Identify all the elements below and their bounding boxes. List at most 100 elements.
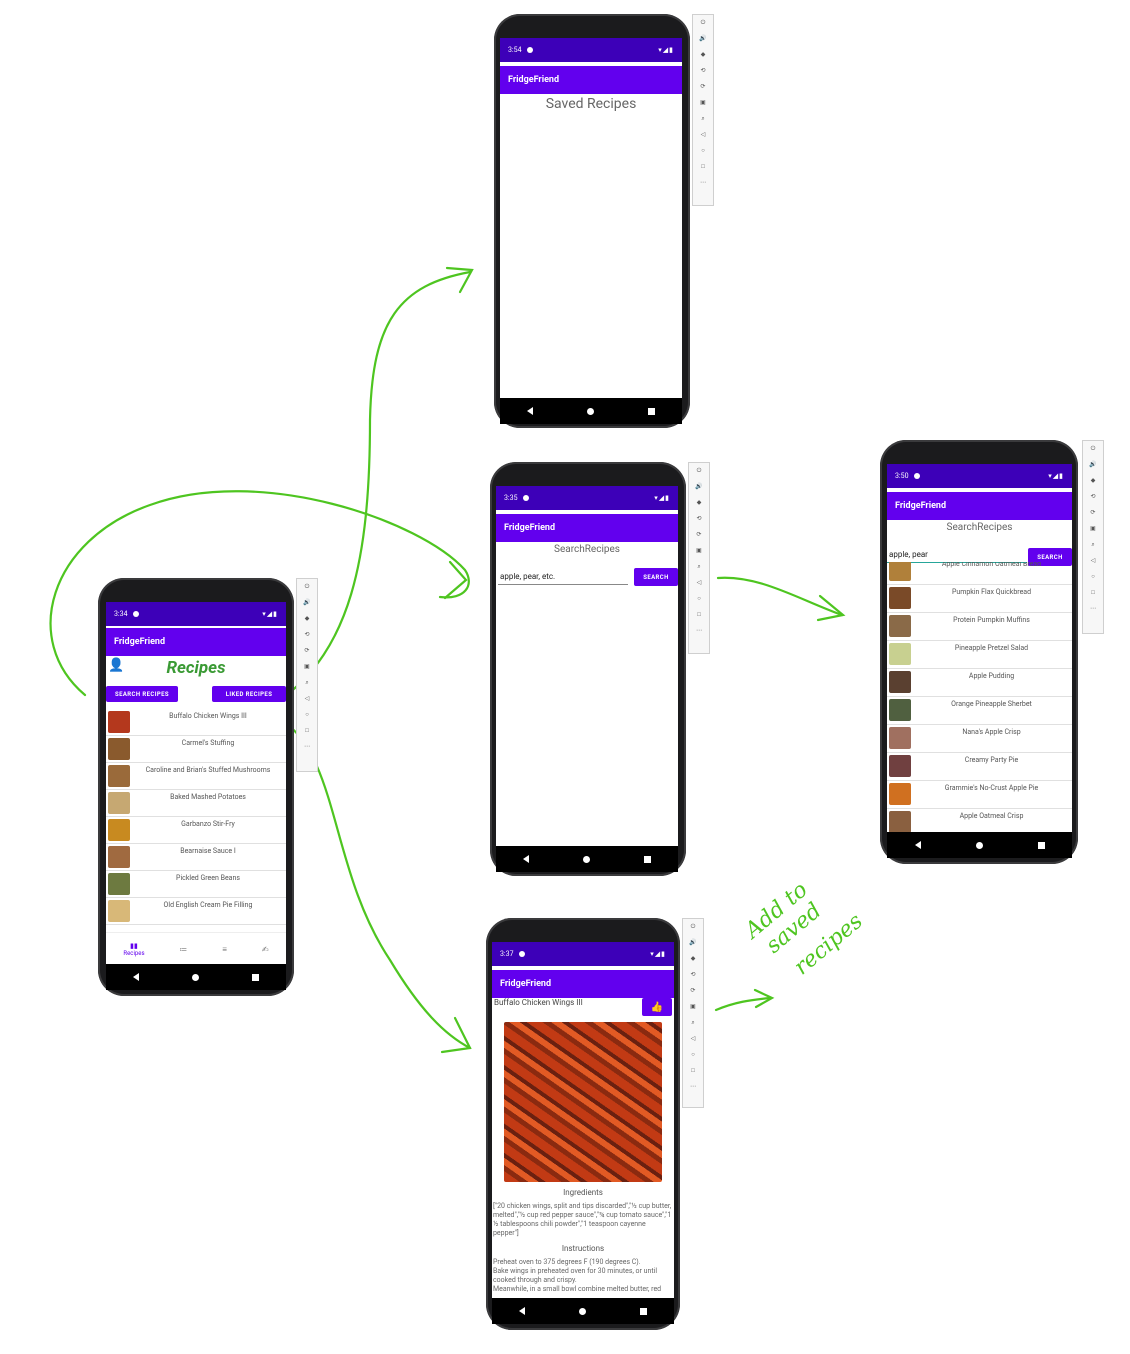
- recipe-label: Apple Cinnamon Oatmeal Bread: [941, 562, 1042, 568]
- recipe-label: Buffalo Chicken Wings III: [169, 712, 247, 720]
- home-icon[interactable]: [579, 1307, 586, 1315]
- back-icon[interactable]: [132, 973, 139, 981]
- recipe-label: Pineapple Pretzel Salad: [954, 644, 1029, 652]
- recipe-row[interactable]: Baked Mashed Potatoes: [106, 789, 286, 817]
- recipe-label: Protein Pumpkin Muffins: [953, 616, 1030, 624]
- emulator-toolbar-search: ⏻ 🔊 ◆ ⟲ ⟳ ▣ ⌕ ◁ ○ □ ⋯: [688, 462, 710, 654]
- recipe-row[interactable]: Pumpkin Flax Quickbread: [887, 584, 1072, 613]
- home-icon[interactable]: [975, 841, 983, 849]
- recents-icon[interactable]: [640, 1307, 647, 1315]
- recipe-thumbnail: [108, 738, 130, 760]
- instructions-text: Preheat oven to 375 degrees F (190 degre…: [493, 1258, 662, 1293]
- recipe-thumbnail: [889, 615, 911, 637]
- ingredients-heading: Ingredients: [563, 1188, 603, 1197]
- android-nav-bar: [496, 846, 678, 872]
- bottom-nav: ▮▮ Recipes ≔ ≡ ✍: [106, 932, 286, 964]
- status-dot-icon: [518, 951, 525, 957]
- recipe-label: Creamy Party Pie: [964, 756, 1019, 764]
- recipe-thumbnail: [889, 643, 911, 665]
- recipe-row[interactable]: Grammie's No-Crust Apple Pie: [887, 780, 1072, 809]
- recipe-row[interactable]: Orange Pineapple Sherbet: [887, 696, 1072, 725]
- nav-menu-tab[interactable]: ≡: [222, 945, 227, 954]
- recipe-label: Carmel's Stuffing: [181, 739, 235, 747]
- instructions-heading: Instructions: [561, 1244, 605, 1253]
- recipe-thumbnail: [108, 873, 130, 895]
- status-time: 3:54: [508, 46, 522, 54]
- recipe-label: Apple Pudding: [968, 672, 1015, 680]
- android-nav-bar: [106, 964, 286, 990]
- recipe-row[interactable]: Protein Pumpkin Muffins: [887, 612, 1072, 641]
- status-time: 3:34: [114, 610, 128, 618]
- recipe-row[interactable]: Nana's Apple Crisp: [887, 724, 1072, 753]
- app-bar: FridgeFriend: [492, 970, 674, 998]
- nav-recipes-tab[interactable]: ▮▮ Recipes: [123, 942, 144, 957]
- recipe-row[interactable]: Carmel's Stuffing: [106, 735, 286, 763]
- home-icon[interactable]: [583, 855, 590, 863]
- recipe-row[interactable]: Buffalo Chicken Wings III: [106, 708, 286, 736]
- recents-icon[interactable]: [252, 973, 260, 981]
- phone-main: 3:34 ▾◢▮ FridgeFriend 👤 Recipes SEARCH R…: [98, 578, 294, 996]
- recipe-title: Buffalo Chicken Wings III: [494, 998, 583, 1007]
- search-button[interactable]: SEARCH: [634, 568, 678, 586]
- like-button[interactable]: 👍: [642, 998, 672, 1016]
- recipe-row[interactable]: Apple Cinnamon Oatmeal Bread: [887, 562, 1072, 585]
- home-icon[interactable]: [191, 973, 199, 981]
- recipe-row[interactable]: Apple Oatmeal Crisp: [887, 808, 1072, 832]
- liked-recipes-button[interactable]: LIKED RECIPES: [212, 686, 286, 702]
- status-dot-icon: [522, 495, 529, 501]
- nav-edit-tab[interactable]: ✍: [262, 945, 269, 954]
- android-nav-bar: [492, 1298, 674, 1324]
- search-screen: 3:35 ▾◢▮ FridgeFriend SearchRecipes appl…: [496, 486, 678, 846]
- android-nav-bar: [500, 398, 682, 424]
- recipe-row[interactable]: Bearnaise Sauce I: [106, 843, 286, 871]
- back-icon[interactable]: [914, 841, 921, 849]
- recipe-row[interactable]: Apple Pudding: [887, 668, 1072, 697]
- recipe-row[interactable]: Pickled Green Beans: [106, 870, 286, 898]
- recipe-thumbnail: [889, 783, 911, 805]
- ingredients-input[interactable]: apple, pear, etc.: [498, 572, 628, 585]
- signal-battery-icon: ▾◢▮: [262, 610, 278, 618]
- results-list: Apple Cinnamon Oatmeal Bread Pumpkin Flax…: [887, 562, 1072, 832]
- recipe-row[interactable]: Pineapple Pretzel Salad: [887, 640, 1072, 669]
- android-nav-bar: [887, 832, 1072, 858]
- nav-recipes-label: Recipes: [123, 949, 145, 957]
- recipe-label: Grammie's No-Crust Apple Pie: [944, 784, 1039, 792]
- status-dot-icon: [913, 473, 920, 479]
- recipe-label: Pickled Green Beans: [176, 874, 240, 882]
- emulator-toolbar-results: ⏻ 🔊 ◆ ⟲ ⟳ ▣ ⌕ ◁ ○ □ ⋯: [1082, 440, 1104, 634]
- app-bar: FridgeFriend: [500, 66, 682, 94]
- recipe-thumbnail: [889, 671, 911, 693]
- recipe-thumbnail: [108, 765, 130, 787]
- home-icon[interactable]: [587, 407, 594, 415]
- recipe-row[interactable]: Caroline and Brian's Stuffed Mushrooms: [106, 762, 286, 790]
- recipe-row[interactable]: Garbanzo Stir-Fry: [106, 816, 286, 844]
- recipe-thumbnail: [889, 727, 911, 749]
- app-bar: FridgeFriend: [887, 492, 1072, 520]
- status-time: 3:50: [895, 472, 909, 480]
- recipe-thumbnail: [108, 846, 130, 868]
- thumbs-up-icon: 👍: [650, 1001, 664, 1013]
- app-title: FridgeFriend: [895, 501, 947, 511]
- recipe-row[interactable]: Old English Cream Pie Filling: [106, 897, 286, 925]
- status-dot-icon: [526, 47, 533, 53]
- back-icon[interactable]: [527, 407, 533, 415]
- app-title: FridgeFriend: [114, 637, 166, 647]
- nav-list-tab[interactable]: ≔: [179, 945, 187, 954]
- recipe-photo: [504, 1022, 662, 1182]
- results-screen: 3:50 ▾◢▮ FridgeFriend SearchRecipes appl…: [887, 464, 1072, 832]
- back-icon[interactable]: [523, 855, 529, 863]
- recipe-thumbnail: [108, 792, 130, 814]
- recipe-label: Old English Cream Pie Filling: [163, 901, 253, 909]
- app-bar: FridgeFriend: [106, 628, 286, 656]
- back-icon[interactable]: [519, 1307, 525, 1315]
- detail-screen: 3:37 ▾◢▮ FridgeFriend Buffalo Chicken Wi…: [492, 942, 674, 1298]
- recents-icon[interactable]: [648, 407, 655, 415]
- recents-icon[interactable]: [644, 855, 651, 863]
- recipe-row[interactable]: Creamy Party Pie: [887, 752, 1072, 781]
- recents-icon[interactable]: [1037, 841, 1045, 849]
- main-screen: 3:34 ▾◢▮ FridgeFriend 👤 Recipes SEARCH R…: [106, 602, 286, 964]
- recipe-thumbnail: [108, 900, 130, 922]
- search-recipes-button[interactable]: SEARCH RECIPES: [106, 686, 178, 702]
- recipe-label: Bearnaise Sauce I: [180, 847, 236, 855]
- app-title: FridgeFriend: [500, 979, 552, 989]
